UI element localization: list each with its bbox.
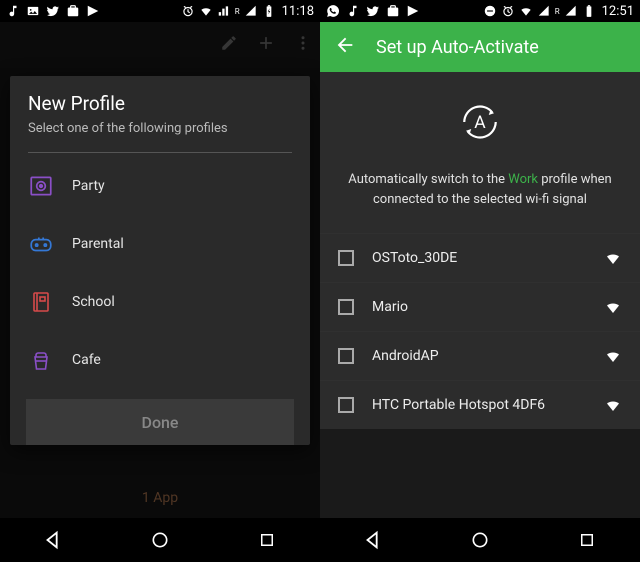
checkbox[interactable] (338, 250, 354, 266)
hero: A Automatically switch to the Work profi… (320, 72, 640, 233)
twitter-icon (366, 4, 380, 18)
wifi-name: Mario (372, 299, 586, 315)
checkbox[interactable] (338, 299, 354, 315)
edit-icon (220, 34, 238, 56)
back-button[interactable] (42, 529, 64, 551)
school-icon (28, 289, 54, 315)
wifi-icon (519, 4, 533, 18)
back-button[interactable] (362, 529, 384, 551)
back-arrow-icon[interactable] (334, 34, 356, 60)
wifi-signal-icon (604, 298, 622, 316)
recents-button[interactable] (576, 529, 598, 551)
home-button[interactable] (149, 529, 171, 551)
wifi-signal-icon (604, 249, 622, 267)
wifi-name: HTC Portable Hotspot 4DF6 (372, 397, 586, 413)
image-icon (26, 4, 40, 18)
music-icon (6, 4, 20, 18)
auto-activate-icon: A (452, 94, 508, 150)
profile-label: Parental (72, 236, 124, 252)
profile-item-school[interactable]: School (10, 273, 310, 331)
wifi-list: OSToto_30DE Mario AndroidAP HTC Portable… (320, 233, 640, 429)
status-bar: R 12:51 (320, 0, 640, 22)
phone-left: R 11:18 New Profile Select one of the fo… (0, 0, 320, 562)
wifi-signal-icon (604, 347, 622, 365)
navbar (0, 518, 320, 562)
svg-text:A: A (474, 113, 486, 133)
status-time: 11:18 (282, 4, 314, 19)
toolbar: Set up Auto-Activate (320, 22, 640, 72)
signal2-icon (244, 4, 258, 18)
add-icon (256, 33, 276, 57)
navbar (320, 518, 640, 562)
dnd-icon (483, 4, 497, 18)
signal-icon (217, 4, 231, 18)
behind-text: 1 App (0, 490, 320, 506)
music-icon (346, 4, 360, 18)
battery-icon (262, 4, 276, 18)
wifi-signal-icon (604, 396, 622, 414)
profile-list: Party Parental School Cafe (10, 153, 310, 393)
dim-actionbar (0, 22, 320, 68)
cafe-icon (28, 347, 54, 373)
new-profile-dialog: New Profile Select one of the following … (10, 76, 310, 445)
done-button[interactable]: Done (26, 399, 294, 445)
parental-icon (28, 231, 54, 257)
status-time: 12:51 (602, 4, 634, 19)
alarm-icon (181, 4, 195, 18)
profile-item-party[interactable]: Party (10, 157, 310, 215)
battery-icon (582, 4, 596, 18)
status-bar: R 11:18 (0, 0, 320, 22)
wifi-item[interactable]: OSToto_30DE (320, 233, 640, 282)
whatsapp-icon (326, 4, 340, 18)
recents-button[interactable] (256, 529, 278, 551)
profile-label: School (72, 294, 115, 310)
home-button[interactable] (469, 529, 491, 551)
checkbox[interactable] (338, 397, 354, 413)
twitter-icon (46, 4, 60, 18)
wifi-name: OSToto_30DE (372, 250, 586, 266)
roaming-label: R (555, 7, 560, 16)
toolbar-title: Set up Auto-Activate (376, 37, 539, 58)
signal-icon (537, 4, 551, 18)
store-icon (66, 4, 80, 18)
dialog-title: New Profile (28, 92, 292, 115)
profile-label: Party (72, 178, 105, 194)
profile-item-parental[interactable]: Parental (10, 215, 310, 273)
wifi-icon (199, 4, 213, 18)
wifi-item[interactable]: Mario (320, 282, 640, 331)
store-icon (386, 4, 400, 18)
signal2-icon (564, 4, 578, 18)
roaming-label: R (235, 7, 240, 16)
wifi-item[interactable]: AndroidAP (320, 331, 640, 380)
play-icon (406, 4, 420, 18)
wifi-name: AndroidAP (372, 348, 586, 364)
party-icon (28, 173, 54, 199)
phone-right: R 12:51 Set up Auto-Activate A Automatic… (320, 0, 640, 562)
dialog-subtitle: Select one of the following profiles (28, 121, 292, 136)
checkbox[interactable] (338, 348, 354, 364)
alarm-icon (501, 4, 515, 18)
hero-text: Automatically switch to the Work profile… (340, 170, 620, 209)
wifi-item[interactable]: HTC Portable Hotspot 4DF6 (320, 380, 640, 429)
play-icon (86, 4, 100, 18)
profile-item-cafe[interactable]: Cafe (10, 331, 310, 389)
profile-label: Cafe (72, 352, 101, 368)
overflow-icon (294, 34, 312, 56)
